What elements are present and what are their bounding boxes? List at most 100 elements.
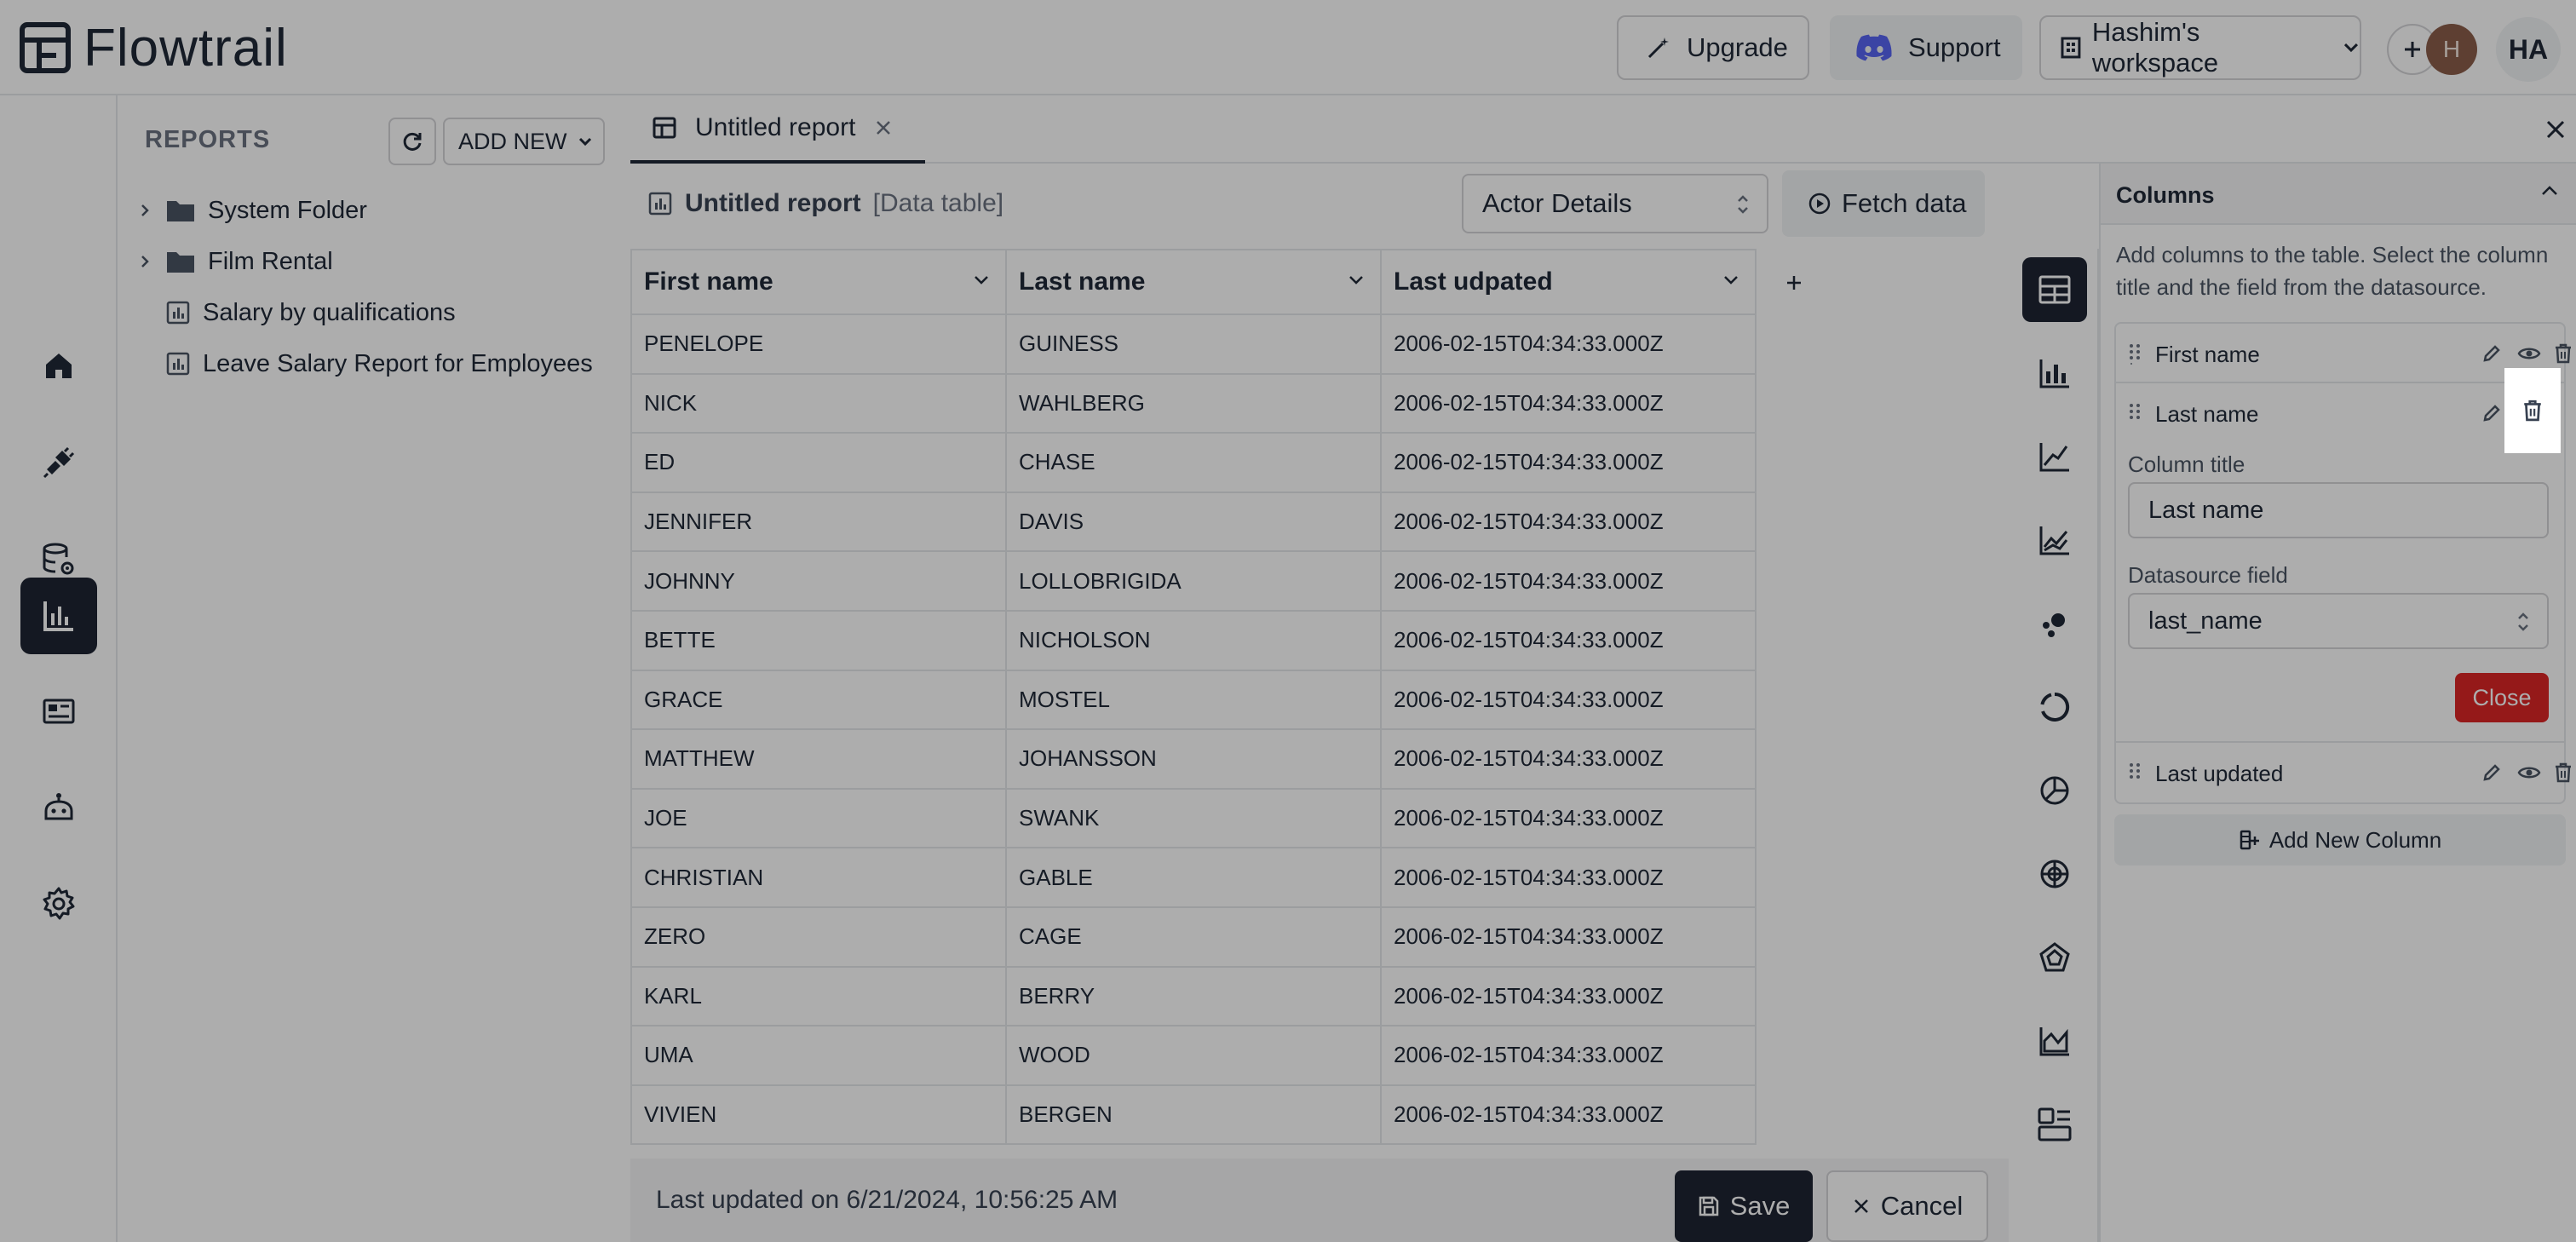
chart-type-bar[interactable] (2022, 341, 2087, 405)
edit-column-button[interactable] (2479, 400, 2504, 426)
edit-column-button[interactable] (2479, 341, 2504, 366)
tree-folder-film-rental[interactable]: Film Rental (136, 240, 333, 283)
user-avatar[interactable]: HA (2496, 17, 2561, 82)
table-body: PENELOPE GUINESS 2006-02-15T04:34:33.000Z N… (630, 313, 1757, 1146)
column-header-first-name[interactable]: First name (630, 249, 1007, 315)
close-panel-button[interactable] (2539, 112, 2573, 147)
table-row[interactable]: GRACE MOSTEL 2006-02-15T04:34:33.000Z (630, 669, 1757, 731)
table-row[interactable]: ED CHASE 2006-02-15T04:34:33.000Z (630, 432, 1757, 493)
table-cell: BETTE (630, 609, 1007, 671)
save-button[interactable]: Save (1675, 1170, 1813, 1242)
table-row[interactable]: ZERO CAGE 2006-02-15T04:34:33.000Z (630, 906, 1757, 968)
table-row[interactable]: VIVIEN BERGEN 2006-02-15T04:34:33.000Z (630, 1084, 1757, 1146)
fetch-data-button[interactable]: Fetch data (1782, 170, 1985, 237)
chevron-down-icon[interactable] (973, 274, 990, 286)
tree-report-salary-qualifications[interactable]: Salary by qualifications (136, 291, 456, 334)
columns-panel-header[interactable]: Columns (2101, 164, 2576, 225)
table-row[interactable]: PENELOPE GUINESS 2006-02-15T04:34:33.000Z (630, 313, 1757, 375)
upgrade-button[interactable]: Upgrade (1617, 15, 1809, 80)
close-icon[interactable] (874, 118, 893, 137)
close-icon (2546, 120, 2565, 139)
column-title-input[interactable]: Last name (2128, 482, 2549, 538)
dashboard-icon (43, 699, 75, 724)
edit-column-button[interactable] (2479, 760, 2504, 785)
workspace-selector[interactable]: Hashim's workspace (2039, 15, 2361, 80)
table-row[interactable]: CHRISTIAN GABLE 2006-02-15T04:34:33.000Z (630, 847, 1757, 908)
table-cell: BERGEN (1005, 1084, 1382, 1146)
fetch-data-label: Fetch data (1842, 188, 1967, 218)
report-chart-icon (166, 301, 190, 325)
table-cell: VIVIEN (630, 1084, 1007, 1146)
plus-icon (1787, 276, 1801, 290)
nav-settings[interactable] (20, 865, 97, 942)
folder-icon (167, 201, 194, 221)
chart-type-donut[interactable] (2022, 675, 2087, 739)
table-row[interactable]: MATTHEW JOHANSSON 2006-02-15T04:34:33.000Z (630, 728, 1757, 790)
drag-handle-icon[interactable] (2128, 342, 2142, 365)
support-button[interactable]: Support (1830, 15, 2022, 80)
column-header-last-name[interactable]: Last name (1005, 249, 1382, 315)
database-settings-icon (43, 543, 74, 575)
table-row[interactable]: UMA WOOD 2006-02-15T04:34:33.000Z (630, 1025, 1757, 1086)
nav-ai-assistant[interactable] (20, 770, 97, 847)
chart-type-dashboard[interactable] (2022, 1092, 2087, 1157)
report-title: Untitled report [Data table] (647, 189, 1003, 218)
toggle-visibility-button[interactable] (2516, 341, 2542, 366)
column-item-last-name[interactable]: Last name (2116, 383, 2564, 443)
table-row[interactable]: BETTE NICHOLSON 2006-02-15T04:34:33.000Z (630, 609, 1757, 671)
nav-dashboards[interactable] (20, 673, 97, 750)
tree-folder-system[interactable]: System Folder (136, 189, 367, 232)
datasource-select[interactable]: Actor Details (1462, 174, 1768, 233)
column-header-last-updated[interactable]: Last udpated (1380, 249, 1757, 315)
member-avatar[interactable]: H (2426, 24, 2477, 75)
datasource-field-select[interactable]: last_name (2128, 593, 2549, 649)
table-row[interactable]: JOE SWANK 2006-02-15T04:34:33.000Z (630, 787, 1757, 849)
folder-icon (167, 252, 194, 273)
nav-home[interactable] (20, 327, 97, 404)
highlighted-delete-column-button[interactable] (2504, 368, 2561, 453)
chart-type-multi-line[interactable] (2022, 508, 2087, 572)
nav-connections[interactable] (20, 424, 97, 501)
close-icon (1854, 1199, 1868, 1213)
app-logo[interactable]: Flowtrail (19, 19, 288, 78)
chart-type-area[interactable] (2022, 1009, 2087, 1073)
upgrade-label: Upgrade (1687, 32, 1788, 62)
chevron-down-icon[interactable] (1722, 274, 1739, 286)
chart-type-pie[interactable] (2022, 758, 2087, 823)
chart-type-radar[interactable] (2022, 842, 2087, 906)
chevron-down-icon[interactable] (1348, 274, 1365, 286)
tab-untitled-report[interactable]: Untitled report (630, 95, 925, 164)
add-new-dropdown[interactable]: ADD NEW (443, 118, 605, 165)
add-new-column-label: Add New Column (2268, 826, 2442, 853)
chart-type-scatter[interactable] (2022, 591, 2087, 656)
tree-report-leave-salary[interactable]: Leave Salary Report for Employees (136, 342, 593, 385)
chevron-up-icon[interactable] (2540, 184, 2559, 198)
toggle-visibility-button[interactable] (2516, 760, 2542, 785)
cancel-button[interactable]: Cancel (1826, 1170, 1988, 1242)
chart-type-polar[interactable] (2022, 925, 2087, 990)
add-column-plus-button[interactable] (1777, 266, 1811, 300)
dashboard-layout-icon (2038, 1107, 2072, 1141)
home-icon (46, 354, 72, 378)
drag-handle-icon[interactable] (2128, 402, 2142, 424)
pencil-icon (2483, 405, 2500, 422)
table-row[interactable]: KARL BERRY 2006-02-15T04:34:33.000Z (630, 965, 1757, 1027)
close-editor-button[interactable]: Close (2455, 673, 2549, 722)
delete-column-button[interactable] (2550, 341, 2576, 366)
refresh-button[interactable] (388, 118, 436, 165)
drag-handle-icon[interactable] (2128, 762, 2142, 784)
table-row[interactable]: JOHNNY LOLLOBRIGIDA 2006-02-15T04:34:33.00… (630, 550, 1757, 612)
column-item-first-name[interactable]: First name (2116, 324, 2571, 383)
table-cell: WAHLBERG (1005, 372, 1382, 434)
nav-reports[interactable] (20, 578, 97, 654)
add-new-column-button[interactable]: Add New Column (2114, 814, 2566, 865)
delete-column-button[interactable] (2550, 760, 2576, 785)
chart-type-line[interactable] (2022, 424, 2087, 489)
table-row[interactable]: JENNIFER DAVIS 2006-02-15T04:34:33.000Z (630, 491, 1757, 553)
table-row[interactable]: NICK WAHLBERG 2006-02-15T04:34:33.000Z (630, 372, 1757, 434)
chart-type-table[interactable] (2022, 257, 2087, 322)
workspace-label: Hashim's workspace (2091, 17, 2219, 78)
gear-icon (43, 887, 75, 920)
column-item-last-updated[interactable]: Last updated (2116, 743, 2571, 802)
table-icon (2038, 275, 2071, 304)
